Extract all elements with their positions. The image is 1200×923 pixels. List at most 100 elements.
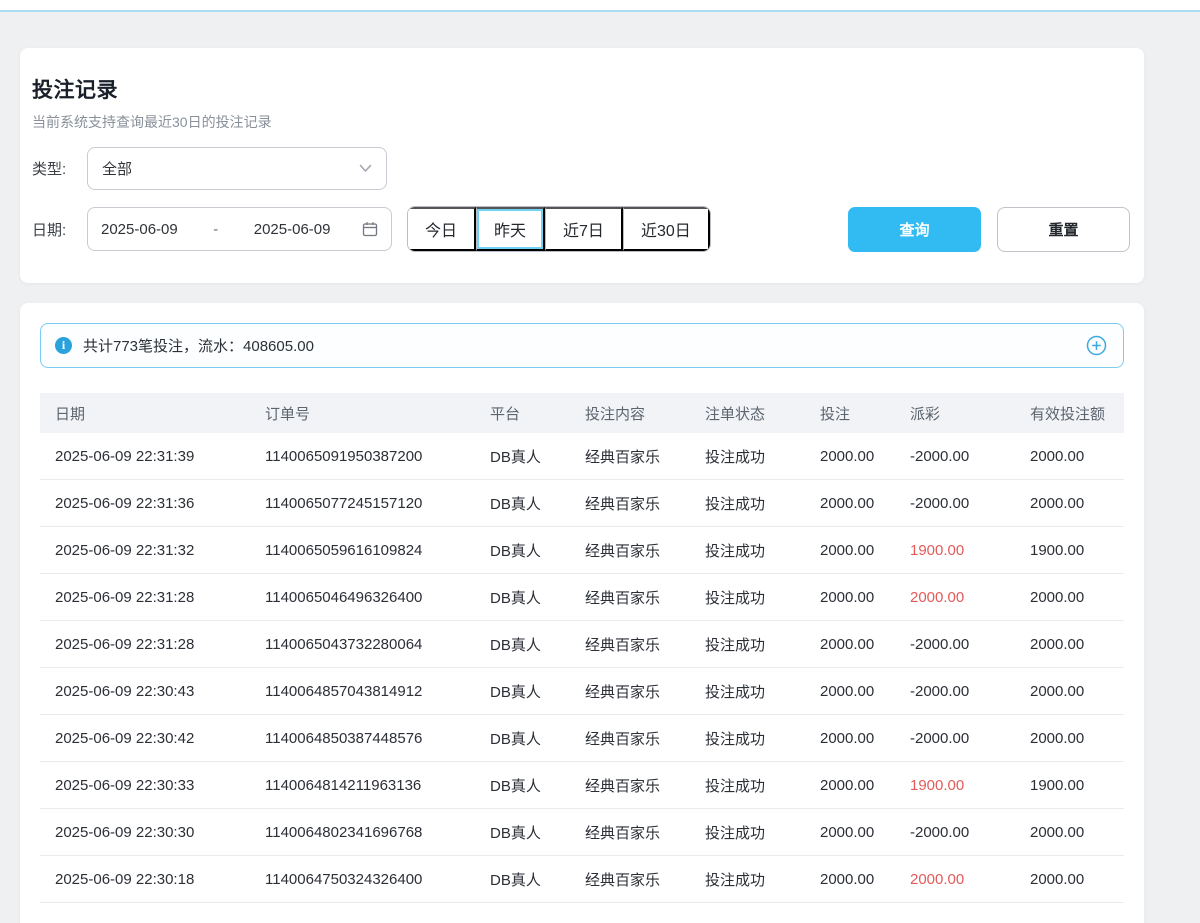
type-select[interactable]: 全部 xyxy=(87,147,387,190)
cell-valid-bet: 1900.00 xyxy=(1015,762,1124,808)
cell-platform: DB真人 xyxy=(475,762,570,808)
column-header: 注单状态 xyxy=(690,393,805,433)
cell-valid-bet: 2000.00 xyxy=(1015,621,1124,667)
cell-order-no: 1140065043732280064 xyxy=(250,621,475,667)
table-body: 2025-06-09 22:31:39 1140065091950387200 … xyxy=(40,433,1124,903)
cell-date: 2025-06-09 22:31:32 xyxy=(40,527,250,573)
cell-date: 2025-06-09 22:31:39 xyxy=(40,433,250,479)
table-row: 2025-06-09 22:30:42 1140064850387448576 … xyxy=(40,715,1124,762)
type-filter-row: 类型: 全部 xyxy=(32,147,1130,190)
cell-status: 投注成功 xyxy=(690,856,805,902)
quick-range-button[interactable]: 近30日 xyxy=(623,207,710,251)
quick-range-button[interactable]: 今日 xyxy=(408,207,476,251)
cell-valid-bet: 2000.00 xyxy=(1015,856,1124,902)
cell-content: 经典百家乐 xyxy=(570,574,690,620)
quick-range-button[interactable]: 昨天 xyxy=(476,207,545,251)
cell-valid-bet: 2000.00 xyxy=(1015,574,1124,620)
cell-platform: DB真人 xyxy=(475,668,570,714)
reset-button[interactable]: 重置 xyxy=(997,207,1130,252)
column-header: 平台 xyxy=(475,393,570,433)
records-card: i 共计773笔投注，流水：408605.00 日期订单号平台投注内容注单状态投… xyxy=(20,303,1144,923)
cell-content: 经典百家乐 xyxy=(570,856,690,902)
cell-status: 投注成功 xyxy=(690,668,805,714)
cell-bet: 2000.00 xyxy=(805,762,895,808)
cell-status: 投注成功 xyxy=(690,433,805,479)
cell-valid-bet: 1900.00 xyxy=(1015,527,1124,573)
cell-platform: DB真人 xyxy=(475,809,570,855)
type-select-value: 全部 xyxy=(102,158,132,179)
cell-valid-bet: 2000.00 xyxy=(1015,433,1124,479)
cell-platform: DB真人 xyxy=(475,480,570,526)
summary-banner: i 共计773笔投注，流水：408605.00 xyxy=(40,323,1124,368)
cell-date: 2025-06-09 22:31:36 xyxy=(40,480,250,526)
top-bar xyxy=(0,0,1200,10)
summary-text: 共计773笔投注，流水：408605.00 xyxy=(83,335,314,356)
cell-date: 2025-06-09 22:30:33 xyxy=(40,762,250,808)
column-header: 投注内容 xyxy=(570,393,690,433)
cell-status: 投注成功 xyxy=(690,574,805,620)
date-end-value: 2025-06-09 xyxy=(254,221,331,238)
cell-payout: -2000.00 xyxy=(895,433,1015,479)
cell-bet: 2000.00 xyxy=(805,715,895,761)
column-header: 日期 xyxy=(40,393,250,433)
bet-records-table: 日期订单号平台投注内容注单状态投注派彩有效投注额 2025-06-09 22:3… xyxy=(40,393,1124,903)
cell-bet: 2000.00 xyxy=(805,668,895,714)
calendar-icon[interactable] xyxy=(362,221,378,237)
cell-valid-bet: 2000.00 xyxy=(1015,715,1124,761)
cell-platform: DB真人 xyxy=(475,527,570,573)
date-label: 日期: xyxy=(32,219,80,240)
table-row: 2025-06-09 22:30:18 1140064750324326400 … xyxy=(40,856,1124,903)
cell-date: 2025-06-09 22:30:30 xyxy=(40,809,250,855)
cell-bet: 2000.00 xyxy=(805,856,895,902)
cell-content: 经典百家乐 xyxy=(570,715,690,761)
cell-order-no: 1140065046496326400 xyxy=(250,574,475,620)
cell-order-no: 1140065077245157120 xyxy=(250,480,475,526)
cell-payout: -2000.00 xyxy=(895,668,1015,714)
cell-content: 经典百家乐 xyxy=(570,809,690,855)
cell-order-no: 1140064857043814912 xyxy=(250,668,475,714)
cell-platform: DB真人 xyxy=(475,621,570,667)
cell-payout: 2000.00 xyxy=(895,574,1015,620)
filter-card: 投注记录 当前系统支持查询最近30日的投注记录 类型: 全部 日期: 2025-… xyxy=(20,48,1144,283)
cell-status: 投注成功 xyxy=(690,715,805,761)
cell-content: 经典百家乐 xyxy=(570,668,690,714)
table-row: 2025-06-09 22:31:28 1140065046496326400 … xyxy=(40,574,1124,621)
table-row: 2025-06-09 22:30:33 1140064814211963136 … xyxy=(40,762,1124,809)
table-row: 2025-06-09 22:31:28 1140065043732280064 … xyxy=(40,621,1124,668)
table-row: 2025-06-09 22:31:36 1140065077245157120 … xyxy=(40,480,1124,527)
quick-range-button[interactable]: 近7日 xyxy=(545,207,623,251)
date-range-input[interactable]: 2025-06-09 - 2025-06-09 xyxy=(87,207,392,251)
cell-payout: 1900.00 xyxy=(895,762,1015,808)
cell-date: 2025-06-09 22:30:18 xyxy=(40,856,250,902)
cell-payout: 1900.00 xyxy=(895,527,1015,573)
table-row: 2025-06-09 22:30:30 1140064802341696768 … xyxy=(40,809,1124,856)
column-header: 有效投注额 xyxy=(1015,393,1124,433)
plus-circle-icon[interactable] xyxy=(1086,335,1107,356)
cell-date: 2025-06-09 22:31:28 xyxy=(40,621,250,667)
quick-range-group: 今日昨天近7日近30日 xyxy=(407,206,711,252)
cell-platform: DB真人 xyxy=(475,433,570,479)
date-start-value: 2025-06-09 xyxy=(101,221,178,238)
cell-payout: -2000.00 xyxy=(895,715,1015,761)
cell-valid-bet: 2000.00 xyxy=(1015,809,1124,855)
cell-platform: DB真人 xyxy=(475,715,570,761)
table-row: 2025-06-09 22:31:39 1140065091950387200 … xyxy=(40,433,1124,480)
action-buttons: 查询 重置 xyxy=(848,207,1130,252)
cell-order-no: 1140064814211963136 xyxy=(250,762,475,808)
table-row: 2025-06-09 22:31:32 1140065059616109824 … xyxy=(40,527,1124,574)
cell-payout: -2000.00 xyxy=(895,480,1015,526)
cell-status: 投注成功 xyxy=(690,527,805,573)
cell-content: 经典百家乐 xyxy=(570,480,690,526)
cell-order-no: 1140065059616109824 xyxy=(250,527,475,573)
page-title: 投注记录 xyxy=(32,74,1130,104)
cell-payout: -2000.00 xyxy=(895,809,1015,855)
cell-status: 投注成功 xyxy=(690,762,805,808)
cell-bet: 2000.00 xyxy=(805,621,895,667)
column-header: 订单号 xyxy=(250,393,475,433)
column-header: 派彩 xyxy=(895,393,1015,433)
cell-status: 投注成功 xyxy=(690,621,805,667)
page-content: 投注记录 当前系统支持查询最近30日的投注记录 类型: 全部 日期: 2025-… xyxy=(0,48,1200,923)
query-button[interactable]: 查询 xyxy=(848,207,981,252)
cell-valid-bet: 2000.00 xyxy=(1015,480,1124,526)
cell-bet: 2000.00 xyxy=(805,433,895,479)
